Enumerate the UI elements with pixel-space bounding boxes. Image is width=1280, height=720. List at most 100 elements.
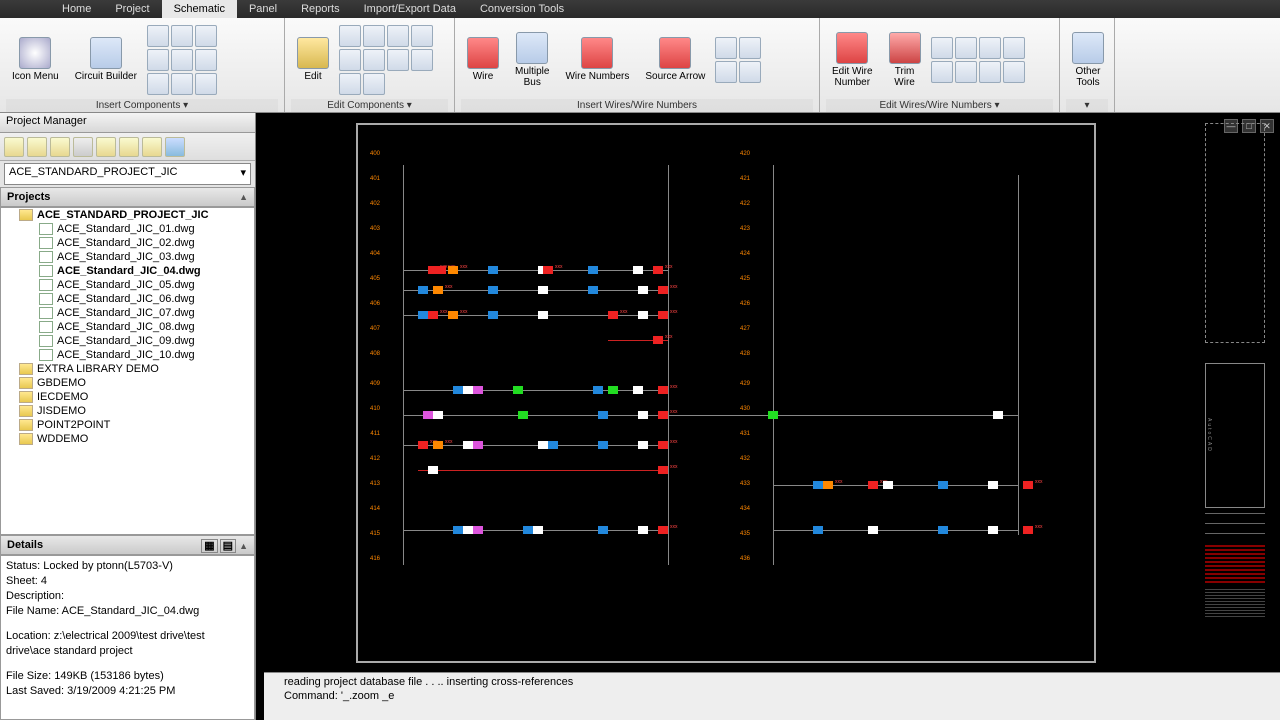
small-btn[interactable] [979,61,1001,83]
tree-file[interactable]: ACE_Standard_JIC_03.dwg [1,250,254,264]
other-tools-button[interactable]: Other Tools [1066,30,1110,90]
tab-import-export[interactable]: Import/Export Data [352,0,468,18]
source-arrow-button[interactable]: Source Arrow [639,35,711,84]
title-block-upper [1205,123,1265,343]
tb-publish-icon[interactable] [119,137,139,157]
tree-project[interactable]: GBDEMO [1,376,254,390]
scissors-icon [889,32,921,64]
tb-help-icon[interactable] [165,137,185,157]
edit-button[interactable]: Edit [291,35,335,84]
wire-button[interactable]: Wire [461,35,505,84]
small-btn[interactable] [147,49,169,71]
multiple-bus-button[interactable]: Multiple Bus [509,30,555,90]
small-btn[interactable] [339,73,361,95]
small-btn[interactable] [715,37,737,59]
small-btn[interactable] [955,37,977,59]
small-btn[interactable] [1003,61,1025,83]
group-edit-components[interactable]: Edit Components ▾ [291,99,448,112]
tb-new-icon[interactable] [4,137,24,157]
small-btn[interactable] [147,25,169,47]
command-window[interactable]: reading project database file . . .. ins… [264,672,1280,720]
group-insert-components[interactable]: Insert Components ▾ [6,99,278,112]
tree-project[interactable]: WDDEMO [1,432,254,446]
dwg-icon [39,237,53,249]
group-other[interactable]: ▾ [1066,99,1108,112]
small-btn[interactable] [739,61,761,83]
trim-wire-button[interactable]: Trim Wire [883,30,927,90]
tab-conversion[interactable]: Conversion Tools [468,0,576,18]
tools-icon [1072,32,1104,64]
ewire-small-buttons [931,37,1025,83]
tree-file[interactable]: ACE_Standard_JIC_06.dwg [1,292,254,306]
tab-panel[interactable]: Panel [237,0,289,18]
group-edit-wires[interactable]: Edit Wires/Wire Numbers ▾ [826,99,1053,112]
details-header[interactable]: Details▦▤ ▲ [0,535,255,555]
small-btn[interactable] [147,73,169,95]
tree-file[interactable]: ACE_Standard_JIC_01.dwg [1,222,254,236]
group-insert-wires: Insert Wires/Wire Numbers [461,99,813,112]
small-btn[interactable] [363,49,385,71]
tree-file[interactable]: ACE_Standard_JIC_10.dwg [1,348,254,362]
wire-numbers-button[interactable]: Wire Numbers [559,35,635,84]
small-btn[interactable] [171,73,193,95]
tree-project[interactable]: IECDEMO [1,390,254,404]
circuit-builder-button[interactable]: Circuit Builder [69,35,143,84]
tb-save-icon[interactable] [50,137,70,157]
tb-refresh-icon[interactable] [73,137,93,157]
drawing-canvas[interactable]: — □ ✕ 4004204014214024224034234044244054… [256,113,1280,720]
tab-project[interactable]: Project [103,0,161,18]
tab-schematic[interactable]: Schematic [162,0,237,18]
small-btn[interactable] [195,73,217,95]
small-btn[interactable] [931,37,953,59]
tree-file[interactable]: ACE_Standard_JIC_08.dwg [1,320,254,334]
small-btn[interactable] [195,49,217,71]
folder-icon [19,377,33,389]
small-btn[interactable] [171,49,193,71]
small-btn[interactable] [979,37,1001,59]
tree-root[interactable]: ACE_STANDARD_PROJECT_JIC [1,208,254,222]
small-btn[interactable] [955,61,977,83]
small-btn[interactable] [739,37,761,59]
small-btn[interactable] [387,49,409,71]
project-selector[interactable]: ACE_STANDARD_PROJECT_JIC [4,163,251,185]
tree-project[interactable]: POINT2POINT [1,418,254,432]
detail-status: Status: Locked by ptonn(L5703-V) [6,559,249,574]
dwg-icon [39,321,53,333]
folder-icon [19,405,33,417]
small-btn[interactable] [411,49,433,71]
small-btn[interactable] [363,73,385,95]
tb-find-icon[interactable] [96,137,116,157]
tree-file[interactable]: ACE_Standard_JIC_07.dwg [1,306,254,320]
small-btn[interactable] [171,25,193,47]
tree-file-active[interactable]: ACE_Standard_JIC_04.dwg [1,264,254,278]
tab-home[interactable]: Home [50,0,103,18]
small-btn[interactable] [195,25,217,47]
small-btn[interactable] [363,25,385,47]
title-block-mid: AutoCAD [1205,363,1265,508]
icon-menu-button[interactable]: Icon Menu [6,35,65,84]
projects-header[interactable]: Projects▲ [0,187,255,207]
magnifier-icon [19,37,51,69]
tree-file[interactable]: ACE_Standard_JIC_05.dwg [1,278,254,292]
small-btn[interactable] [339,49,361,71]
tb-settings-icon[interactable] [142,137,162,157]
small-btn[interactable] [411,25,433,47]
small-btn[interactable] [1003,37,1025,59]
small-btn[interactable] [387,25,409,47]
bus-icon [516,32,548,64]
tab-reports[interactable]: Reports [289,0,352,18]
tree-file[interactable]: ACE_Standard_JIC_09.dwg [1,334,254,348]
tb-open-icon[interactable] [27,137,47,157]
tree-project[interactable]: EXTRA LIBRARY DEMO [1,362,254,376]
small-btn[interactable] [931,61,953,83]
small-btn[interactable] [339,25,361,47]
edit-small-buttons [339,25,433,95]
dwg-icon [39,251,53,263]
cmd-line-1: reading project database file . . .. ins… [284,675,1260,689]
tree-project[interactable]: JISDEMO [1,404,254,418]
edit-wire-number-button[interactable]: Edit Wire Number [826,30,879,90]
pm-toolbar [0,133,255,161]
project-tree[interactable]: ACE_STANDARD_PROJECT_JIC ACE_Standard_JI… [0,207,255,535]
small-btn[interactable] [715,61,737,83]
tree-file[interactable]: ACE_Standard_JIC_02.dwg [1,236,254,250]
